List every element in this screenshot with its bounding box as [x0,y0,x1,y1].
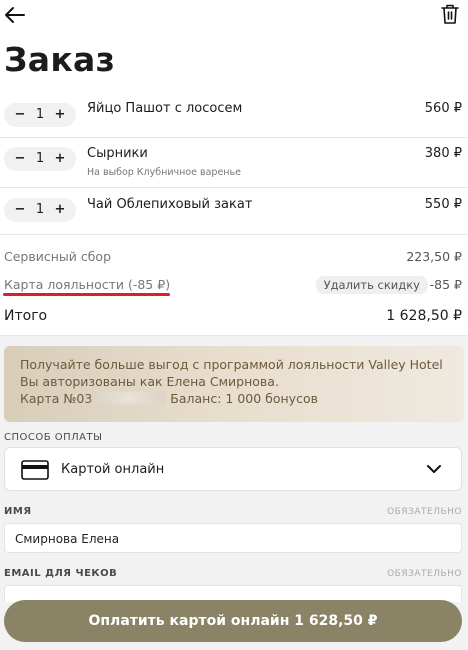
quantity-stepper: − 1 + [4,147,76,171]
payment-method-label: СПОСОБ ОПЛАТЫ [4,432,103,443]
selected-payment-method: Картой онлайн [61,462,165,477]
promo-headline: Получайте больше выгод с программой лоял… [20,357,443,372]
remove-discount-button[interactable]: Удалить скидку [315,276,428,294]
name-label: ИМЯ [4,506,32,517]
service-fee-label: Сервисный сбор [4,249,112,264]
service-fee-row: Сервисный сбор 223,50 ₽ [4,249,462,264]
credit-card-icon [21,460,49,480]
name-required-note: ОБЯЗАТЕЛЬНО [387,507,462,517]
order-item: − 1 + Чай Облепиховый закат 550 ₽ [0,188,468,235]
item-name: Яйцо Пашот с лососем [87,101,243,116]
total-value: 1 628,50 ₽ [386,308,462,324]
page-title: Заказ [4,40,116,79]
order-item: − 1 + Сырники На выбор Клубничное варень… [0,138,468,188]
item-option: На выбор Клубничное варенье [87,167,241,178]
item-name: Сырники [87,146,148,161]
total-label: Итого [4,308,48,324]
payment-method-select[interactable]: Картой онлайн [4,447,462,491]
loyalty-card-label: Карта лояльности (-85 ₽) [4,277,171,292]
quantity-stepper: − 1 + [4,103,76,127]
item-price: 380 ₽ [424,146,462,161]
item-name: Чай Облепиховый закат [87,197,253,212]
arrow-left-icon[interactable] [4,4,26,26]
top-bar [0,0,468,34]
increase-button[interactable]: + [50,149,70,169]
email-label: EMAIL ДЛЯ ЧЕКОВ [4,568,118,579]
promo-card-line: Карта №03 Баланс: 1 000 бонусов [20,390,448,407]
increase-button[interactable]: + [50,105,70,125]
order-item: − 1 + Яйцо Пашот с лососем 560 ₽ [0,92,468,138]
masked-card-number [92,392,167,404]
card-number-prefix: Карта №03 [20,391,93,406]
name-field[interactable]: Смирнова Елена [4,523,462,553]
highlight-underline [3,293,170,296]
email-required-note: ОБЯЗАТЕЛЬНО [387,569,462,579]
promo-auth-text: Вы авторизованы как Елена Смирнова. [20,374,279,389]
trash-icon[interactable] [440,3,460,25]
service-fee-value: 223,50 ₽ [406,249,462,264]
item-price: 550 ₽ [424,197,462,212]
total-row: Итого 1 628,50 ₽ [4,308,462,324]
pay-button[interactable]: Оплатить картой онлайн 1 628,50 ₽ [4,600,462,642]
increase-button[interactable]: + [50,200,70,220]
quantity-stepper: − 1 + [4,198,76,222]
loyalty-promo-banner: Получайте больше выгод с программой лоял… [4,346,464,422]
loyalty-discount-value: -85 ₽ [429,277,462,292]
chevron-down-icon [427,465,441,473]
bonus-balance: Баланс: 1 000 бонусов [170,391,318,406]
item-price: 560 ₽ [424,101,462,116]
